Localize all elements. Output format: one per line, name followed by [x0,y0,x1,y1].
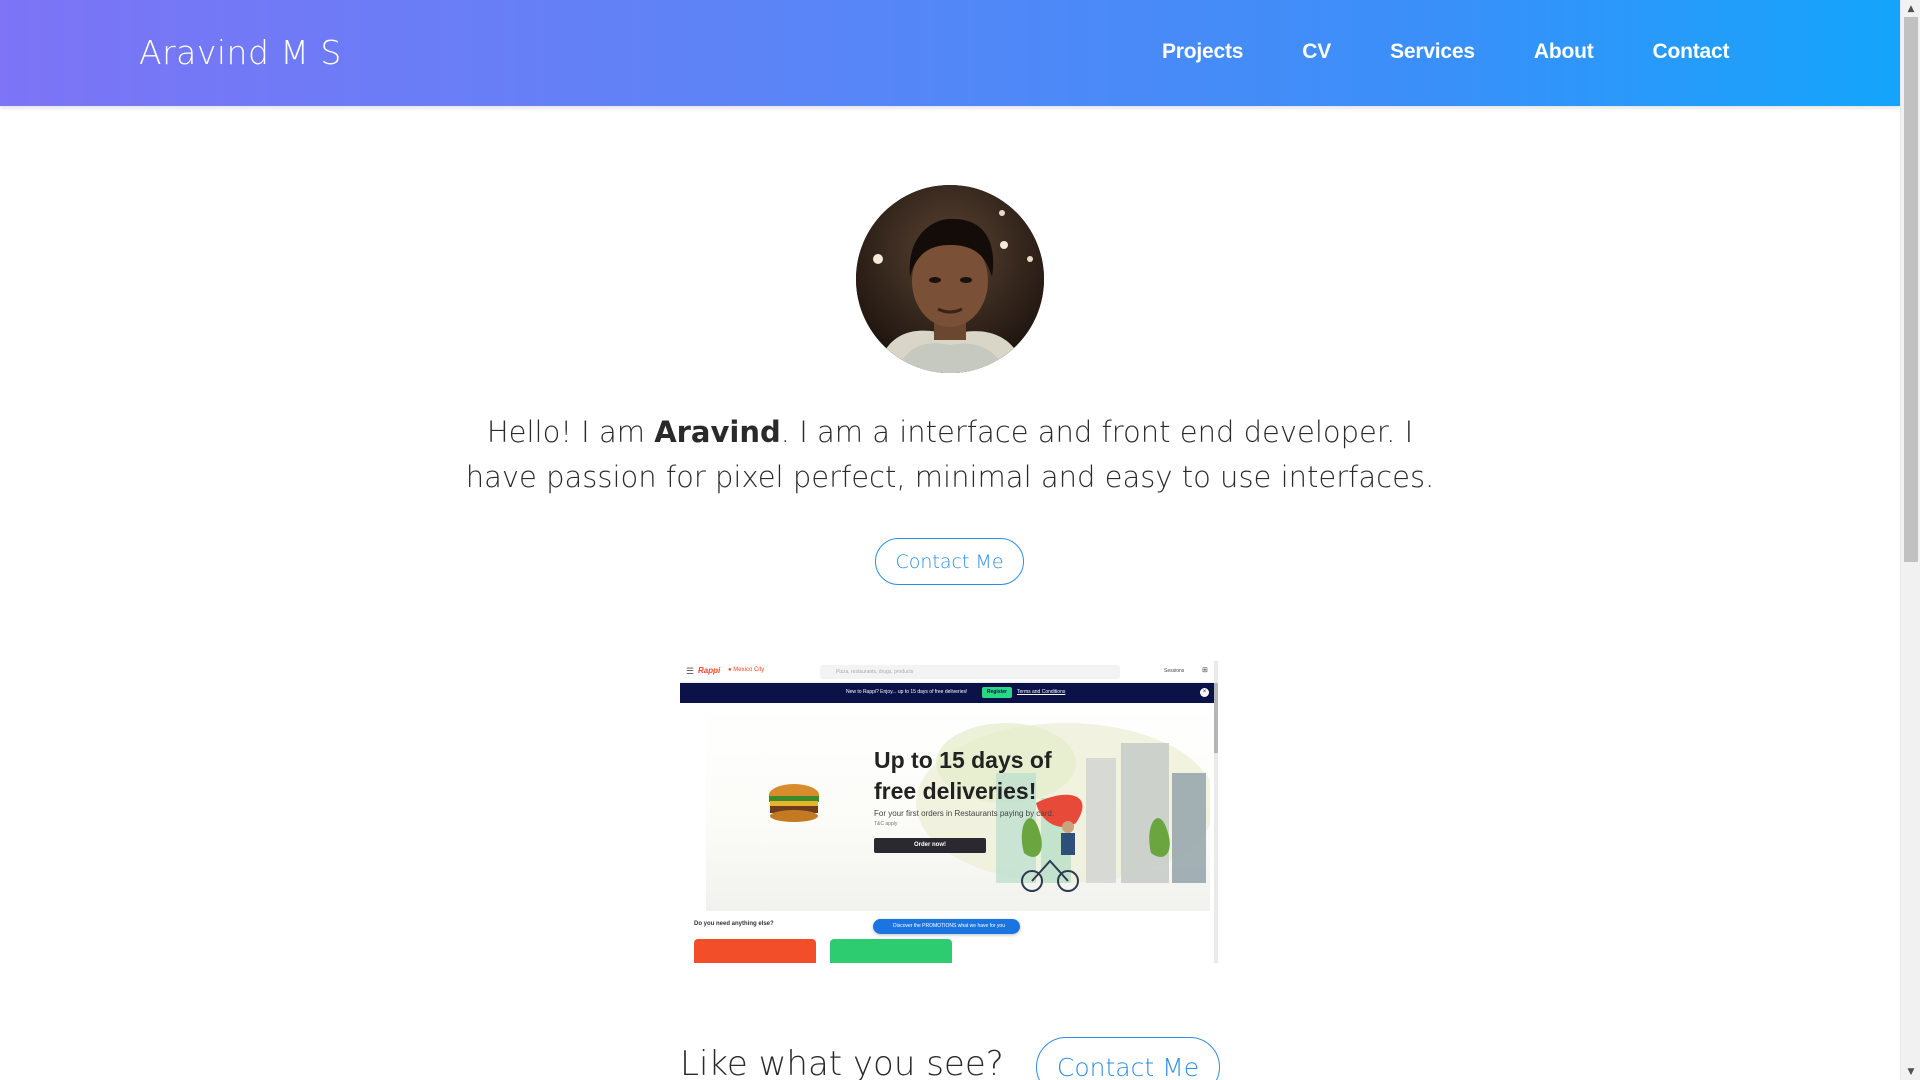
preview-search: Pizza, restaurants, drugs, products [820,665,1120,679]
preview-card-restaurants [694,939,816,963]
profile-photo-icon [856,185,1044,373]
preview-promo: Discover the PROMOTIONS what we have for… [873,919,1020,934]
nav-link-contact[interactable]: Contact [1653,40,1730,64]
preview-menu-icon: ☰ [686,666,695,676]
preview-terms: Terms and Conditions [1017,689,1066,695]
cta-text: Like what you see? [680,1044,1004,1080]
preview-illustration [769,723,1210,892]
preview-close-icon: × [1200,688,1209,697]
site-header: Aravind M S Projects CV Services About C… [0,0,1900,106]
preview-heading: Up to 15 days of free deliveries! [874,747,1052,804]
preview-register: Register [982,687,1012,698]
hero-contact-button[interactable]: Contact Me [875,538,1024,585]
preview-cart-icon: ⊞ [1202,667,1208,674]
preview-need-label: Do you need anything else? [694,921,774,927]
preview-logo: Rappi [698,666,721,675]
preview-card-market [830,939,952,963]
nav-link-about[interactable]: About [1534,40,1594,64]
preview-banner-text: New to Rappi? Enjoy... up to 15 days of … [846,689,968,695]
preview-hero: Up to 15 days of free deliveries! For yo… [706,703,1210,911]
nav-link-projects[interactable]: Projects [1162,40,1243,64]
nav-link-cv[interactable]: CV [1302,40,1331,64]
preview-scroll-thumb [1214,683,1218,753]
preview-scrollbar [1214,661,1218,963]
scroll-thumb[interactable] [1904,17,1918,562]
project-preview[interactable]: ☰ Rappi ● Mexico City Pizza, restaurants… [680,661,1218,963]
intro-text: Hello! I am Aravind. I am a interface an… [460,410,1440,500]
intro-text-lead: Hello! I am [486,415,655,449]
scroll-down-icon[interactable]: ▼ [1901,1063,1920,1080]
preview-city-label: Mexico City [733,667,765,673]
preview-topbar: ☰ Rappi ● Mexico City Pizza, restaurants… [680,661,1214,683]
intro-name: Aravind [654,415,781,449]
preview-pin-icon: ● [728,667,732,673]
preview-city: ● Mexico City [728,667,764,673]
page-scrollbar[interactable]: ▲ ▼ [1900,0,1920,1080]
scroll-up-icon[interactable]: ▲ [1901,0,1920,17]
profile-avatar [856,185,1044,373]
portfolio-page: Aravind M S Projects CV Services About C… [0,0,1920,1080]
preview-subtext: For your first orders in Restaurants pay… [874,809,1055,818]
nav-link-services[interactable]: Services [1390,40,1475,64]
preview-signin: Sessions [1164,668,1185,674]
preview-banner: New to Rappi? Enjoy... up to 15 days of … [680,683,1214,703]
cta-contact-button[interactable]: Contact Me [1036,1037,1220,1080]
preview-terms-small: T&C apply [874,821,898,827]
preview-order-button: Order now! [874,838,986,853]
main-nav: Projects CV Services About Contact [1162,40,1788,64]
site-brand[interactable]: Aravind M S [139,33,342,72]
